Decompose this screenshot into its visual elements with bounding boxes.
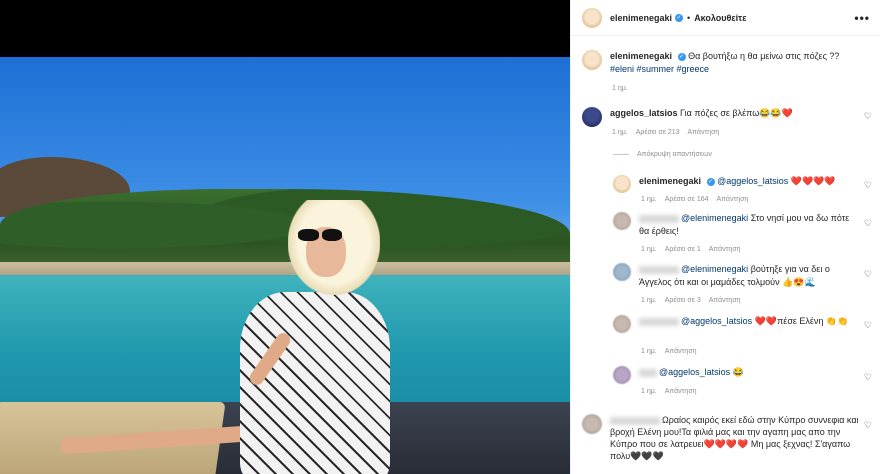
reply-mention[interactable]: @elenimenegaki <box>681 264 748 274</box>
avatar[interactable] <box>613 263 631 281</box>
reply-meta: 1 ημ. Αρέσει σε 1 Απάντηση <box>641 246 741 253</box>
more-options-icon[interactable]: ••• <box>854 11 870 25</box>
reply-time[interactable]: 1 ημ. <box>641 196 657 203</box>
reply-body: ❤️❤️❤️❤️ <box>788 176 836 186</box>
comment-text: aggelos_latsios Για πόζες σε βλέπω😂😂❤️ <box>610 107 793 127</box>
reply-button[interactable]: Απάντηση <box>717 196 749 203</box>
avatar[interactable] <box>613 366 631 384</box>
caption-text: elenimenegaki ✓ Θα βουτήξω η θα μείνω στ… <box>610 50 860 76</box>
reply-likes[interactable]: Αρέσει σε 1 <box>665 246 701 253</box>
hide-replies-button[interactable]: Απόκρυψη απαντήσεων <box>613 151 712 158</box>
reply-text: @elenimenegaki Στο νησί μου να δω πότε θ… <box>639 212 857 238</box>
reply-text: @aggelos_latsios 😂 <box>639 366 857 384</box>
post-header: elenimenegaki ✓ • Ακολουθείτε ••• <box>571 0 880 36</box>
comments-panel: elenimenegaki ✓ • Ακολουθείτε ••• elenim… <box>570 0 880 474</box>
reply-button[interactable]: Απάντηση <box>665 348 697 355</box>
reply-username[interactable]: elenimenegaki <box>639 176 701 186</box>
blurred-username <box>639 317 679 326</box>
reply-mention[interactable]: @elenimenegaki <box>681 213 748 223</box>
instagram-post: elenimenegaki ✓ • Ακολουθείτε ••• elenim… <box>0 0 880 474</box>
reply-text: elenimenegaki ✓ @aggelos_latsios ❤️❤️❤️❤… <box>639 175 836 193</box>
verified-badge-icon: ✓ <box>677 52 686 61</box>
reply: @aggelos_latsios 😂 <box>613 366 863 384</box>
caption-hashtags[interactable]: #eleni #summer #greece <box>610 64 709 74</box>
heart-icon[interactable]: ♡ <box>864 218 872 229</box>
comment-time[interactable]: 1 ημ. <box>612 129 628 136</box>
comment-username[interactable]: aggelos_latsios <box>610 108 678 118</box>
avatar[interactable] <box>613 175 631 193</box>
post-photo[interactable] <box>0 0 570 474</box>
heart-icon[interactable]: ♡ <box>864 111 872 122</box>
comment: aggelos_latsios Για πόζες σε βλέπω😂😂❤️ <box>582 107 874 127</box>
reply-mention[interactable]: @aggelos_latsios <box>681 316 752 326</box>
blurred-username <box>639 368 657 377</box>
reply-button[interactable]: Απάντηση <box>709 297 741 304</box>
reply-time[interactable]: 1 ημ. <box>641 246 657 253</box>
heart-icon[interactable]: ♡ <box>864 320 872 331</box>
photo-scene <box>0 57 570 474</box>
separator: • <box>687 12 691 23</box>
reply-likes[interactable]: Αρέσει σε 164 <box>665 196 709 203</box>
comment-body: Για πόζες σε βλέπω😂😂❤️ <box>680 108 793 118</box>
reply-time[interactable]: 1 ημ. <box>641 388 657 395</box>
reply-meta: 1 ημ. Απάντηση <box>641 388 697 395</box>
heart-icon[interactable]: ♡ <box>864 372 872 383</box>
comment: Ωραίος καιρός εκεί εδώ στην Κύπρο συννεφ… <box>582 414 862 462</box>
avatar[interactable] <box>613 315 631 333</box>
reply-button[interactable]: Απάντηση <box>665 388 697 395</box>
avatar[interactable] <box>582 50 602 70</box>
avatar[interactable] <box>582 414 602 434</box>
reply-text: @elenimenegaki βούτηξε για να δει ο Άγγε… <box>639 263 857 289</box>
sunglasses <box>298 229 342 241</box>
reply-time[interactable]: 1 ημ. <box>641 297 657 304</box>
reply: @aggelos_latsios ❤️❤️πέσε Ελένη 👏👏 <box>613 315 863 333</box>
divider <box>613 154 629 155</box>
reply-meta: 1 ημ. Απάντηση <box>641 348 697 355</box>
caption-username[interactable]: elenimenegaki <box>610 51 672 61</box>
heart-icon[interactable]: ♡ <box>864 420 872 431</box>
person-dress <box>240 292 390 474</box>
reply-body: ❤️❤️πέσε Ελένη 👏👏 <box>752 316 849 326</box>
blurred-username <box>639 265 679 274</box>
blurred-username <box>610 416 660 425</box>
header-username[interactable]: elenimenegaki <box>610 13 672 23</box>
heart-icon[interactable]: ♡ <box>864 269 872 280</box>
hide-replies-label: Απόκρυψη απαντήσεων <box>637 151 712 158</box>
reply-button[interactable]: Απάντηση <box>688 129 720 136</box>
comment-meta: 1 ημ. Αρέσει σε 213 Απάντηση <box>612 129 719 136</box>
blurred-username <box>639 214 679 223</box>
reply: @elenimenegaki Στο νησί μου να δω πότε θ… <box>613 212 863 238</box>
avatar[interactable] <box>582 107 602 127</box>
reply: @elenimenegaki βούτηξε για να δει ο Άγγε… <box>613 263 863 289</box>
reply-likes[interactable]: Αρέσει σε 3 <box>665 297 701 304</box>
reply-meta: 1 ημ. Αρέσει σε 164 Απάντηση <box>641 196 748 203</box>
avatar[interactable] <box>613 212 631 230</box>
reply: elenimenegaki ✓ @aggelos_latsios ❤️❤️❤️❤… <box>613 175 873 193</box>
caption-meta: 1 ημ. <box>612 85 628 92</box>
reply-body: 😂 <box>730 367 744 377</box>
reply-button[interactable]: Απάντηση <box>709 246 741 253</box>
caption-body: Θα βουτήξω η θα μείνω στις πόζες ?? <box>688 51 840 61</box>
verified-badge-icon: ✓ <box>706 177 715 186</box>
comment-likes[interactable]: Αρέσει σε 213 <box>636 129 680 136</box>
heart-icon[interactable]: ♡ <box>864 180 872 191</box>
verified-badge-icon: ✓ <box>675 13 684 22</box>
reply-mention[interactable]: @aggelos_latsios <box>717 176 788 186</box>
reply-mention[interactable]: @aggelos_latsios <box>659 367 730 377</box>
following-button[interactable]: Ακολουθείτε <box>694 13 746 23</box>
reply-text: @aggelos_latsios ❤️❤️πέσε Ελένη 👏👏 <box>639 315 857 333</box>
caption: elenimenegaki ✓ Θα βουτήξω η θα μείνω στ… <box>582 50 874 76</box>
avatar[interactable] <box>582 7 602 28</box>
caption-time[interactable]: 1 ημ. <box>612 85 628 92</box>
reply-time[interactable]: 1 ημ. <box>641 348 657 355</box>
reply-meta: 1 ημ. Αρέσει σε 3 Απάντηση <box>641 297 741 304</box>
comment-text: Ωραίος καιρός εκεί εδώ στην Κύπρο συννεφ… <box>610 414 860 462</box>
